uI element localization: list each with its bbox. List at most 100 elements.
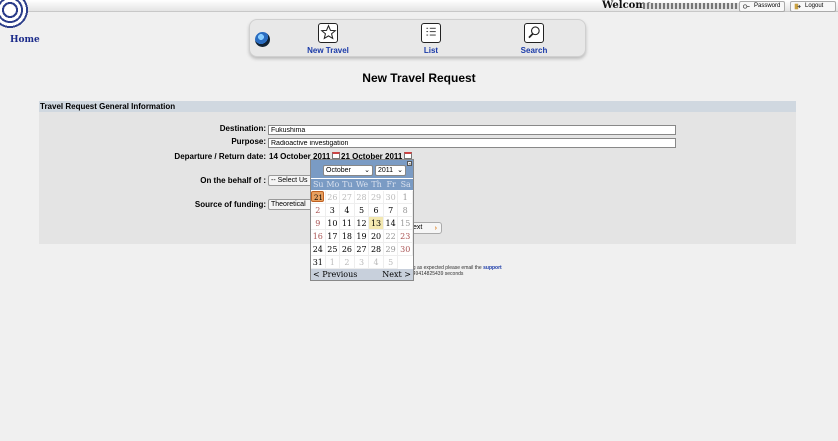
calendar-day[interactable]: 11 [340, 217, 355, 230]
nav-list[interactable]: List [401, 23, 461, 55]
weekday-label: We [355, 180, 369, 189]
month-select-value: October [326, 167, 351, 174]
password-button[interactable]: Password [739, 1, 785, 12]
list-icon [421, 23, 441, 43]
calendar-popup: × October ⌄ 2011 ⌄ SuMoTuWeThFrSa 252627… [310, 159, 414, 281]
calendar-day[interactable]: 7 [383, 204, 399, 217]
next-month-link[interactable]: Next > [382, 269, 411, 280]
month-select[interactable]: October ⌄ [323, 165, 373, 176]
page-title: New Travel Request [362, 71, 476, 85]
calendar-day[interactable]: 13 [369, 217, 384, 230]
return-calendar-icon[interactable] [404, 152, 412, 159]
calendar-day[interactable]: 2 [340, 256, 355, 269]
funding-select[interactable]: Theoretical [268, 199, 312, 210]
calendar-day[interactable]: 20 [369, 230, 384, 243]
calendar-day[interactable]: 30 [383, 191, 399, 204]
purpose-label: Purpose: [231, 137, 266, 146]
weekday-label: Tu [342, 180, 353, 189]
calendar-day[interactable]: 15 [398, 217, 413, 230]
calendar-day[interactable]: 23 [398, 230, 413, 243]
calendar-day[interactable]: 1 [398, 191, 413, 204]
calendar-day[interactable]: 8 [398, 204, 413, 217]
footer-timing: 349414825439 seconds [410, 271, 464, 277]
nav-search-label: Search [520, 46, 548, 55]
calendar-day[interactable]: 4 [369, 256, 384, 269]
calendar-day[interactable]: 16 [311, 230, 326, 243]
close-icon[interactable]: × [407, 161, 412, 166]
calendar-day[interactable]: 14 [383, 217, 399, 230]
chevron-right-icon: › [434, 225, 437, 232]
calendar-day[interactable]: 29 [369, 191, 384, 204]
calendar-day[interactable]: 28 [354, 191, 370, 204]
funding-label: Source of funding: [194, 200, 266, 209]
logout-button[interactable]: Logout [790, 1, 836, 12]
calendar-day[interactable]: 3 [354, 256, 370, 269]
star-icon [318, 23, 338, 43]
key-icon [743, 4, 750, 9]
behalf-select[interactable]: -- Select Us [268, 175, 312, 186]
calendar-footer: < Previous Next > [311, 269, 413, 280]
nav-search[interactable]: Search [504, 23, 564, 55]
logout-label: Logout [805, 3, 824, 9]
calendar-day[interactable]: 5 [383, 256, 399, 269]
weekday-label: Mo [326, 180, 340, 189]
purpose-field[interactable] [268, 138, 676, 148]
weekday-header: Su Mo Tu We Th Fr Sa [311, 179, 413, 190]
calendar-day[interactable]: 21 [311, 191, 324, 202]
chevron-down-icon: ⌄ [364, 167, 370, 174]
calendar-day[interactable]: 25 [325, 243, 341, 256]
calendar-day[interactable]: 19 [354, 230, 370, 243]
logout-icon [794, 3, 801, 10]
behalf-label: On the behalf of : [200, 176, 266, 185]
weekday-label: Fr [386, 180, 396, 189]
previous-month-link[interactable]: < Previous [313, 269, 357, 280]
weekday-label: Sa [400, 180, 411, 189]
calendar-day[interactable]: 24 [311, 243, 326, 256]
year-select[interactable]: 2011 ⌄ [375, 165, 406, 176]
support-link[interactable]: support [483, 265, 502, 271]
calendar-day[interactable]: 3 [325, 204, 341, 217]
departure-calendar-icon[interactable] [332, 152, 340, 159]
calendar-day[interactable]: 31 [311, 256, 326, 269]
nav-list-label: List [423, 46, 439, 55]
calendar-day[interactable]: 4 [340, 204, 355, 217]
destination-field[interactable] [268, 125, 676, 135]
section-heading: Travel Request General Information [39, 101, 796, 112]
nav-new-travel-label: New Travel [307, 46, 349, 55]
calendar-day[interactable]: 22 [383, 230, 399, 243]
next-button-label: ext [413, 224, 423, 231]
destination-label: Destination: [219, 124, 266, 133]
calendar-day[interactable]: 27 [354, 243, 370, 256]
organization-logo[interactable] [0, 0, 36, 34]
globe-icon[interactable] [255, 32, 270, 47]
chevron-down-icon: ⌄ [397, 167, 403, 174]
calendar-day[interactable]: 28 [369, 243, 384, 256]
calendar-day[interactable]: 18 [340, 230, 355, 243]
funding-select-value: Theoretical [271, 201, 306, 208]
behalf-select-value: -- Select Us [271, 177, 308, 184]
calendar-day[interactable]: 10 [325, 217, 341, 230]
calendar-day[interactable]: 29 [383, 243, 399, 256]
calendar-day[interactable]: 5 [354, 204, 370, 217]
calendar-day[interactable]: 12 [354, 217, 370, 230]
calendar-day[interactable]: 1 [325, 256, 341, 269]
weekday-label: Th [371, 180, 382, 189]
calendar-header: × October ⌄ 2011 ⌄ [311, 160, 413, 178]
password-label: Password [754, 3, 781, 9]
calendar-grid: 2526272829301234567891011121314151617181… [311, 191, 413, 269]
weekday-label: Su [312, 180, 324, 189]
year-select-value: 2011 [378, 167, 394, 174]
calendar-day[interactable]: 26 [325, 191, 341, 204]
calendar-day[interactable]: 2 [311, 204, 326, 217]
calendar-day[interactable]: 17 [325, 230, 341, 243]
dates-label: Departure / Return date: [174, 152, 266, 161]
calendar-day[interactable]: 30 [398, 243, 413, 256]
calendar-day[interactable]: 26 [340, 243, 355, 256]
calendar-day[interactable]: 9 [311, 217, 326, 230]
home-link[interactable]: Home [10, 35, 40, 45]
calendar-day[interactable]: 6 [369, 204, 384, 217]
calendar-day[interactable]: 27 [340, 191, 355, 204]
magnifier-icon [524, 23, 544, 43]
welcome-username [643, 3, 739, 9]
nav-new-travel[interactable]: New Travel [298, 23, 358, 55]
